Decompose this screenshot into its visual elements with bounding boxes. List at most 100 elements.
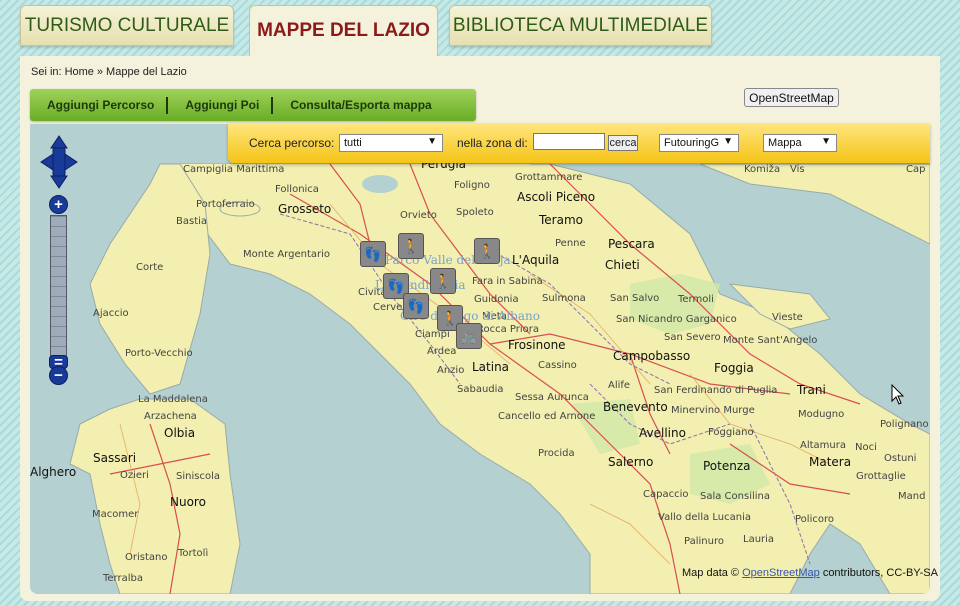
route-search-bar: Cerca percorso: tutti ▼ nella zona di: c… [228,123,930,163]
map-place-label: San Salvo [610,293,659,304]
map-place-label: Lauria [743,534,774,545]
breadcrumb-separator: » [96,66,104,78]
route-search-label: Cerca percorso: [249,136,335,150]
zoom-in-button[interactable]: + [49,195,68,214]
zoom-slider[interactable] [50,215,67,357]
map-place-label: Procida [538,448,575,459]
map-place-label: Alghero [30,465,76,479]
map-place-label: Benevento [603,400,668,414]
breadcrumb-home[interactable]: Home [65,66,94,78]
map-place-label: Campiglia Marittima [183,164,284,175]
map-type-select[interactable]: Mappa ▼ [763,134,837,152]
map-type-select-value: Mappa [768,137,802,149]
main-tabs: TURISMO CULTURALE MAPPE DEL LAZIO BIBLIO… [0,0,960,56]
map-place-label: Arzachena [144,411,197,422]
map-place-label: Teramo [538,213,583,227]
map-place-label: Macomer [92,509,139,520]
map-place-label: Sassari [93,451,136,465]
map-place-label: Porto-Vecchio [125,348,193,359]
map-place-label: Sessa Aurunca [515,392,589,403]
map-place-label: Follonica [275,184,319,195]
chevron-down-icon: ▼ [723,136,733,147]
map-place-label: Portoferraio [196,199,255,210]
tab-turismo-culturale[interactable]: TURISMO CULTURALE [20,5,234,46]
map-place-label: San Nicandro Garganico [616,314,737,325]
pan-up-icon [50,135,68,149]
map-place-label: Matera [809,455,851,469]
map-place-label: Foligno [454,180,490,191]
breadcrumb-current: Mappe del Lazio [106,66,187,78]
map-place-label: Ajaccio [93,308,129,319]
map-place-label: Modugno [798,409,844,420]
walker-poi-icon[interactable]: 🚶 [398,233,424,259]
map-place-label: Olbia [164,426,195,440]
map-place-label: Corte [136,262,163,273]
hiking-poi-icon[interactable]: 👣 [360,241,386,267]
map-place-label: Trani [796,383,826,397]
map-place-label: Foggiano [708,427,754,438]
map-place-label: Oristano [125,552,167,563]
map-toolbar: Aggiungi Percorso Aggiungi Poi Consulta/… [30,89,476,121]
zone-label: nella zona di: [457,136,528,150]
map-place-label: Chieti [605,258,640,272]
map-place-label: Cancello ed Arnone [498,411,595,422]
map-place-label: Bastia [176,216,207,227]
map-place-label: Monte Sant'Angelo [723,335,817,346]
zone-input[interactable] [533,133,605,150]
map-place-label: Capaccio [643,489,688,500]
add-route-button[interactable]: Aggiungi Percorso [30,98,166,112]
breadcrumb: Sei in: Home» Mappe del Lazio [31,66,190,78]
map-place-label: Mand [898,491,925,502]
map-place-label: Monte Argentario [243,249,330,260]
map-svg: Campiglia Marittima Follonica Grosseto Port… [30,124,930,594]
map-place-label: Vallo della Lucania [658,512,751,523]
walker-poi-icon[interactable]: 🚶 [430,268,456,294]
map-place-label: Terralba [102,573,143,584]
map-place-label: Polignano [880,419,929,430]
export-map-button[interactable]: Consulta/Esporta mappa [273,98,443,112]
search-button[interactable]: cerca [608,135,638,151]
route-select-value: tutti [344,137,362,149]
map-place-label: Frosinone [508,338,566,352]
openstreetmap-link[interactable]: OpenStreetMap [742,567,820,579]
hiking-poi-icon[interactable]: 👣 [403,293,429,319]
breadcrumb-prefix: Sei in: [31,66,62,78]
map-place-label: Ascoli Piceno [517,190,595,204]
bike-poi-icon[interactable]: 🚲 [456,323,482,349]
map-attribution: Map data © OpenStreetMap contributors, C… [682,567,938,579]
attribution-suffix: contributors, CC-BY-SA [822,567,938,579]
map-place-label: Pescara [608,237,655,251]
map-place-label: Komiža [744,163,780,175]
map-place-label: Potenza [703,459,751,473]
tab-mappe-del-lazio[interactable]: MAPPE DEL LAZIO [249,5,438,56]
map-place-label: Sabaudia [457,384,504,395]
map-place-label: Ozieri [120,470,149,481]
map-place-label: La Maddalena [138,394,208,405]
map-place-label: Cassino [538,360,577,371]
pan-right-icon [64,153,78,171]
route-select[interactable]: tutti ▼ [339,134,443,152]
map-place-label: Noci [855,442,877,453]
map-place-label: Avellino [639,426,686,440]
chevron-down-icon: ▼ [427,136,437,147]
chevron-down-icon: ▼ [821,136,831,147]
pan-down-icon [50,175,68,189]
zoom-out-button[interactable]: − [49,366,68,385]
map-place-label: Altamura [800,440,846,451]
map-place-label: Tortolì [177,547,208,559]
map-place-label: Penne [555,238,586,249]
tab-biblioteca-multimediale[interactable]: BIBLIOTECA MULTIMEDIALE [449,5,712,46]
map-place-label: Policoro [795,514,834,525]
add-poi-button[interactable]: Aggiungi Poi [168,98,271,112]
layer-select[interactable]: FutouringG ▼ [659,134,739,152]
map-place-label: Grottaglie [856,471,906,482]
openstreetmap-layer-button[interactable]: OpenStreetMap [744,88,839,107]
map-place-label: Rocca Priora [477,324,539,335]
map-place-label: San Ferdinando di Puglia [654,385,777,396]
map-place-label: Grottammare [515,172,582,183]
walker-poi-icon[interactable]: 🚶 [474,238,500,264]
pan-control[interactable] [39,134,79,195]
map-canvas[interactable]: Campiglia Marittima Follonica Grosseto Port… [30,124,930,594]
map-place-label: Alife [608,380,630,391]
map-place-label: Vis [790,164,805,175]
